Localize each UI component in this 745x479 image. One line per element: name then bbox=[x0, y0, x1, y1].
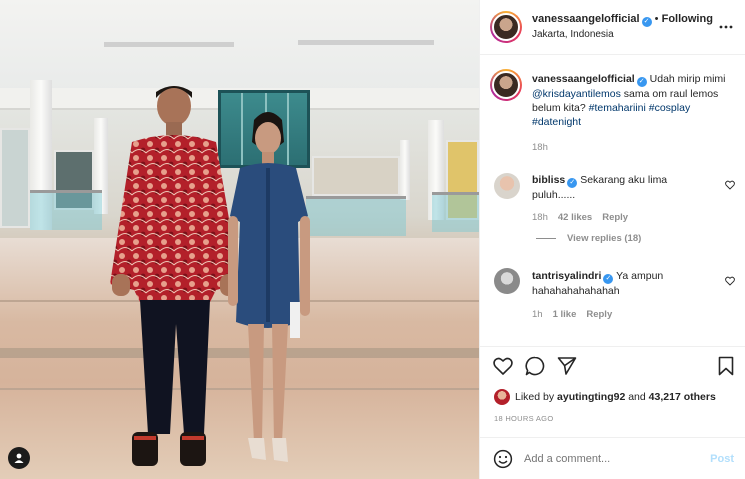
person-icon bbox=[14, 453, 24, 463]
likes-count[interactable]: 43,217 others bbox=[649, 391, 716, 403]
caption: vanessaangelofficial ✓ Udah mirip mimi @k… bbox=[532, 72, 736, 129]
liker-avatar[interactable] bbox=[494, 389, 510, 405]
author-avatar[interactable] bbox=[490, 11, 522, 43]
comment-time: 1h bbox=[532, 309, 543, 320]
like-comment-heart-icon[interactable] bbox=[725, 276, 735, 286]
hashtag[interactable]: #cosplay bbox=[649, 102, 690, 114]
comment-meta: 1h 1 like Reply bbox=[532, 309, 612, 320]
post-header: vanessaangelofficial ✓ • Following Jakart… bbox=[480, 0, 745, 55]
view-replies-button[interactable]: View replies (18) bbox=[567, 233, 641, 244]
comment: bibliss ✓ Sekarang aku lima puluh...... bbox=[532, 173, 712, 202]
emoji-smiley-icon[interactable] bbox=[492, 448, 514, 470]
caption-author[interactable]: vanessaangelofficial bbox=[532, 73, 635, 85]
woman-in-denim-dress bbox=[228, 112, 310, 462]
tagged-users-icon[interactable] bbox=[8, 447, 30, 469]
following-button[interactable]: Following bbox=[662, 13, 713, 25]
caption-time: 18h bbox=[532, 142, 548, 153]
comment-bubble-icon[interactable] bbox=[524, 355, 546, 377]
like-comment-heart-icon[interactable] bbox=[725, 180, 735, 190]
replies-divider bbox=[536, 238, 556, 239]
hashtag[interactable]: #temahariini bbox=[589, 102, 646, 114]
commenter-avatar[interactable] bbox=[494, 268, 520, 294]
share-paper-plane-icon[interactable] bbox=[556, 355, 578, 377]
add-comment-bar: Post bbox=[480, 437, 745, 479]
post-timestamp[interactable]: 18 HOURS AGO bbox=[494, 414, 553, 423]
more-options-icon[interactable] bbox=[718, 20, 734, 34]
comment-author[interactable]: tantrisyalindri bbox=[532, 270, 601, 282]
instagram-post-modal: vanessaangelofficial ✓ • Following Jakart… bbox=[0, 0, 745, 479]
comment-time: 18h bbox=[532, 212, 548, 223]
post-sidebar: vanessaangelofficial ✓ • Following Jakart… bbox=[479, 0, 745, 479]
commenter-avatar[interactable] bbox=[494, 173, 520, 199]
post-location[interactable]: Jakarta, Indonesia bbox=[532, 29, 614, 40]
like-heart-icon[interactable] bbox=[492, 355, 514, 377]
likes-summary: Liked by ayutingting92 and 43,217 others bbox=[515, 391, 716, 403]
reply-button[interactable]: Reply bbox=[586, 309, 612, 320]
save-bookmark-icon[interactable] bbox=[716, 355, 736, 377]
hashtag[interactable]: #datenight bbox=[532, 116, 581, 128]
mall-ceiling bbox=[0, 0, 479, 90]
caption-mention[interactable]: @krisdayantilemos bbox=[532, 88, 621, 100]
comment-input[interactable] bbox=[524, 448, 694, 470]
post-photo[interactable] bbox=[0, 0, 479, 479]
post-comment-button[interactable]: Post bbox=[710, 453, 734, 465]
verified-badge-icon: ✓ bbox=[603, 274, 614, 284]
reply-button[interactable]: Reply bbox=[602, 212, 628, 223]
caption-text-before: Udah mirip mimi bbox=[649, 73, 726, 85]
comment-likes[interactable]: 1 like bbox=[553, 309, 577, 320]
comments-section: vanessaangelofficial ✓ Udah mirip mimi @k… bbox=[480, 56, 745, 346]
liker-username[interactable]: ayutingting92 bbox=[557, 391, 625, 403]
author-username[interactable]: vanessaangelofficial bbox=[532, 13, 640, 25]
comment-likes[interactable]: 42 likes bbox=[558, 212, 592, 223]
verified-badge-icon: ✓ bbox=[636, 77, 647, 87]
comment-author[interactable]: bibliss bbox=[532, 174, 565, 186]
comment-meta: 18h 42 likes Reply bbox=[532, 212, 628, 223]
verified-badge-icon: ✓ bbox=[641, 17, 652, 27]
comment: tantrisyalindri ✓ Ya ampun hahahahahahaha… bbox=[532, 269, 712, 298]
verified-badge-icon: ✓ bbox=[567, 178, 578, 188]
caption-author-avatar[interactable] bbox=[490, 69, 522, 101]
post-actions: Liked by ayutingting92 and 43,217 others… bbox=[480, 346, 745, 436]
